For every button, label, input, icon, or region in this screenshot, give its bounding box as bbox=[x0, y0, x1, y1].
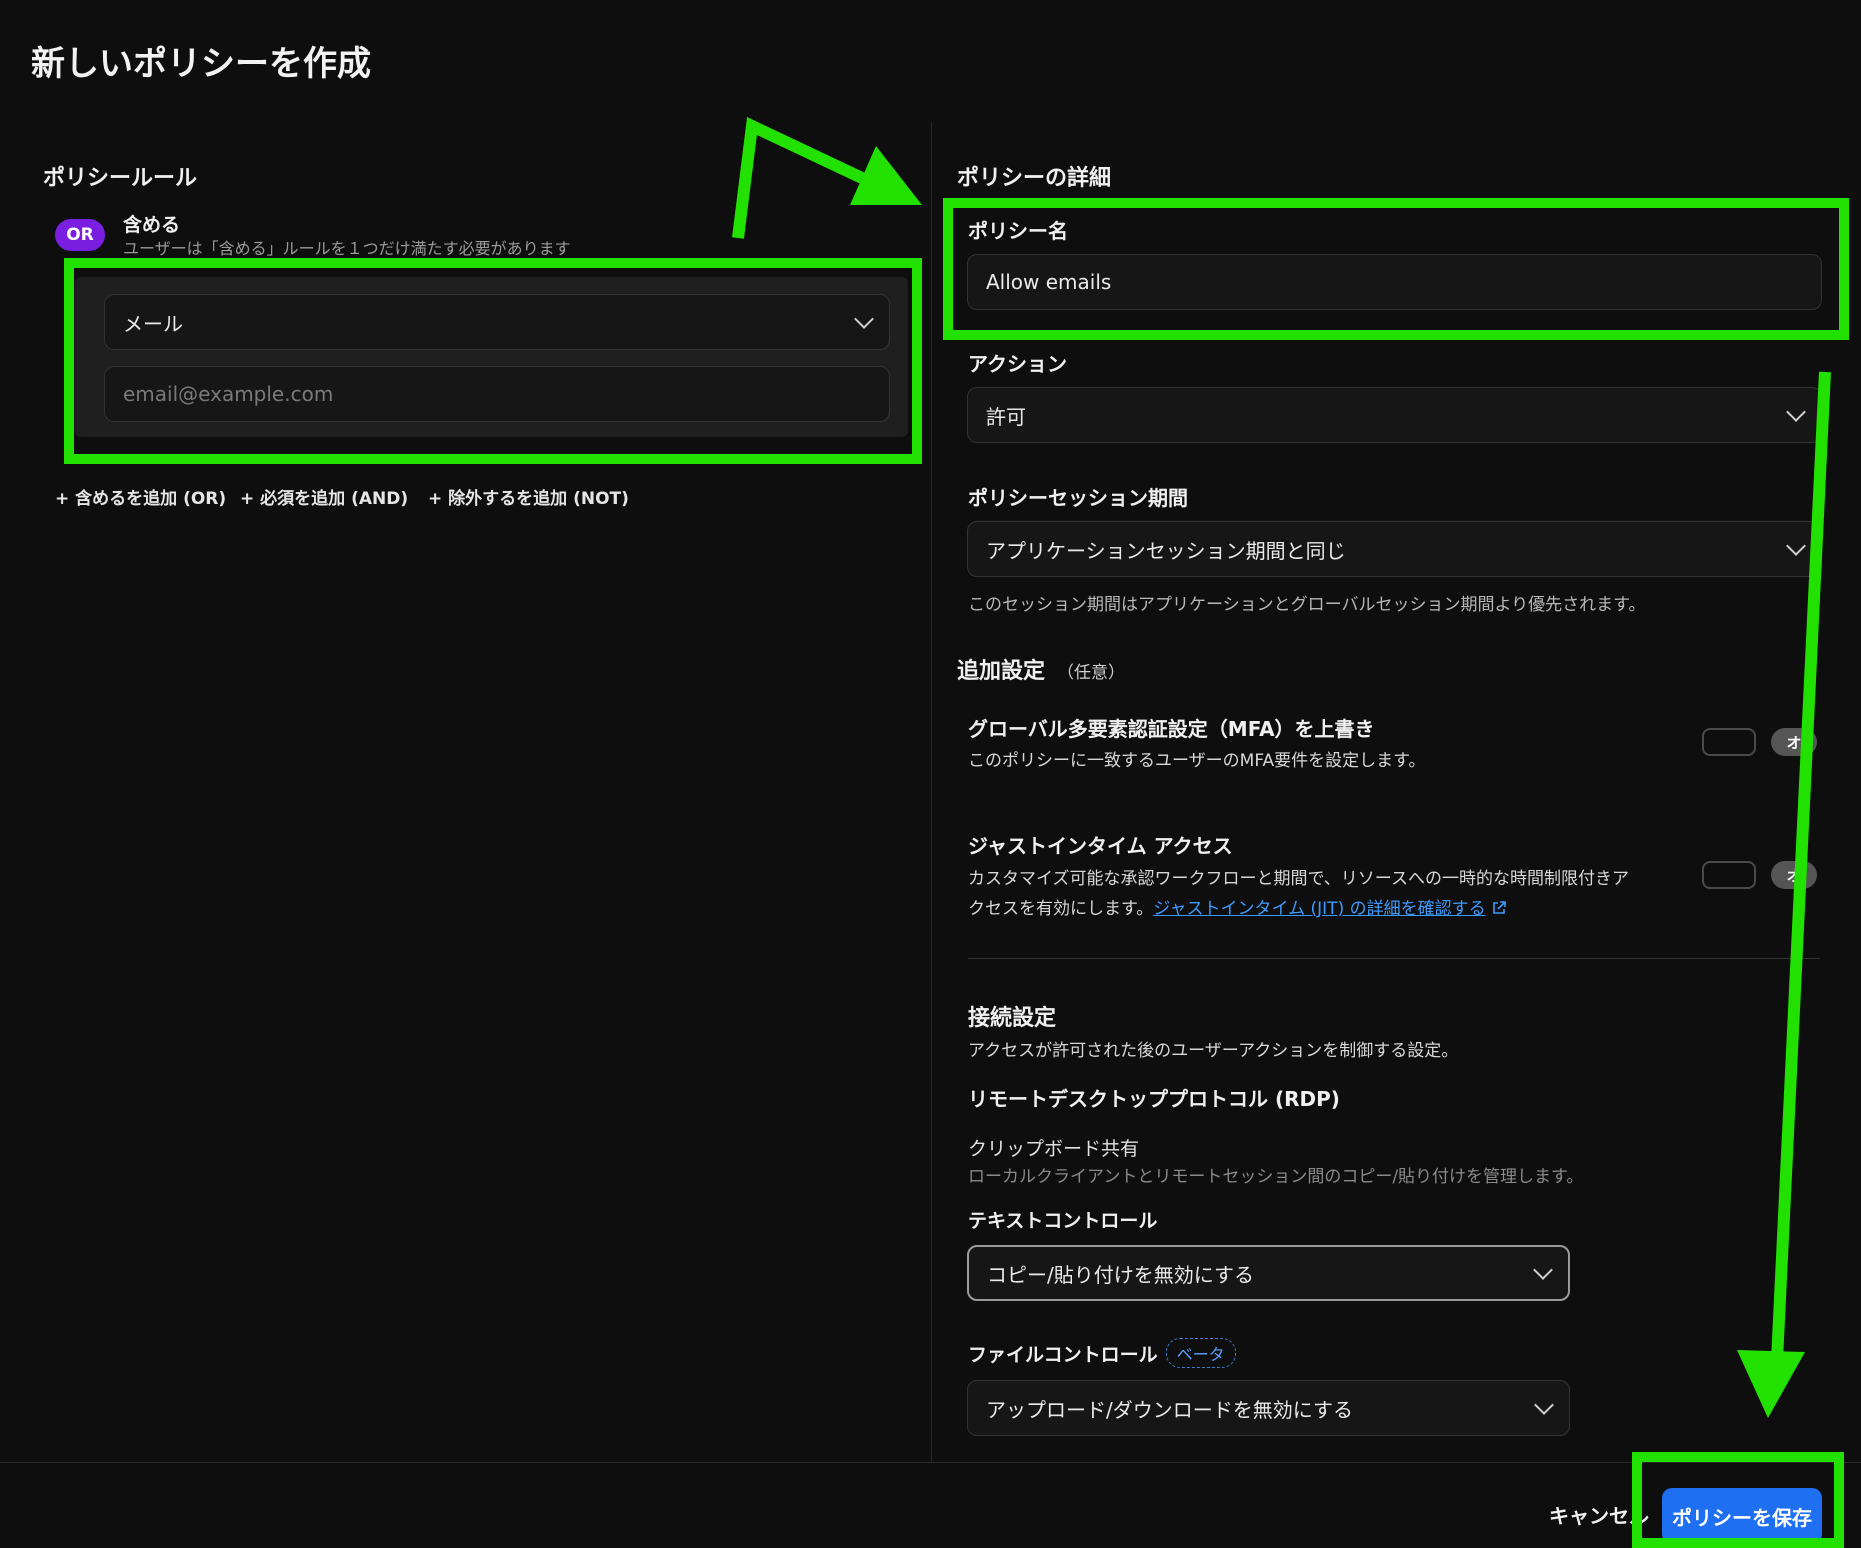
annotation-arrows bbox=[732, 117, 1831, 1418]
annotation-arrow-right bbox=[1771, 371, 1831, 1361]
annotation-arrowhead-right bbox=[1737, 1350, 1805, 1418]
annotation-arrow-top bbox=[732, 117, 865, 239]
